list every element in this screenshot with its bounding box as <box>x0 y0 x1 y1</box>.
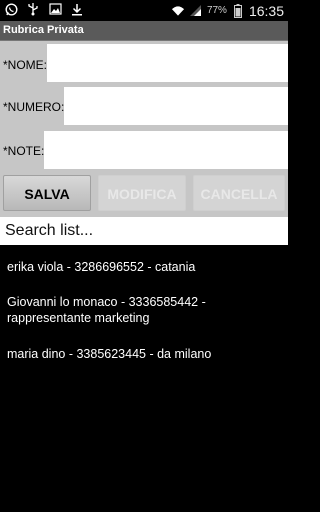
note-row: *NOTE: <box>0 131 288 175</box>
search-bar <box>0 217 288 245</box>
name-label: *NOME: <box>3 58 48 72</box>
name-row: *NOME: <box>0 44 288 88</box>
number-row: *NUMERO: <box>0 87 288 131</box>
name-field[interactable] <box>47 44 288 82</box>
signal-icon <box>189 4 203 18</box>
battery-icon <box>231 3 245 18</box>
battery-percent: 77% <box>206 5 227 16</box>
list-item[interactable]: maria dino - 3385623445 - da milano <box>7 346 279 362</box>
edit-button[interactable]: MODIFICA <box>98 175 186 211</box>
download-icon <box>70 2 84 16</box>
search-input[interactable] <box>5 220 283 242</box>
note-label: *NOTE: <box>3 144 45 158</box>
number-label: *NUMERO: <box>3 100 65 114</box>
whatsapp-icon <box>4 2 18 16</box>
contact-list: erika viola - 3286696552 - catania Giova… <box>0 245 288 512</box>
number-field[interactable] <box>64 87 288 125</box>
usb-icon <box>26 2 40 16</box>
wifi-icon <box>171 4 185 18</box>
note-field[interactable] <box>44 131 288 169</box>
status-bar: 77% 16:35 <box>0 0 288 21</box>
image-icon <box>48 2 62 16</box>
contact-form: *NOME: *NUMERO: *NOTE: SALVA MODIFICA CA… <box>0 41 288 217</box>
list-item[interactable]: erika viola - 3286696552 - catania <box>7 259 279 275</box>
app-title: Rubrica Privata <box>3 24 84 36</box>
delete-button[interactable]: CANCELLA <box>193 175 285 211</box>
clock: 16:35 <box>248 2 284 19</box>
save-button[interactable]: SALVA <box>3 175 91 211</box>
list-item[interactable]: Giovanni lo monaco - 3336585442 - rappre… <box>7 294 279 326</box>
title-bar: Rubrica Privata <box>0 21 288 41</box>
